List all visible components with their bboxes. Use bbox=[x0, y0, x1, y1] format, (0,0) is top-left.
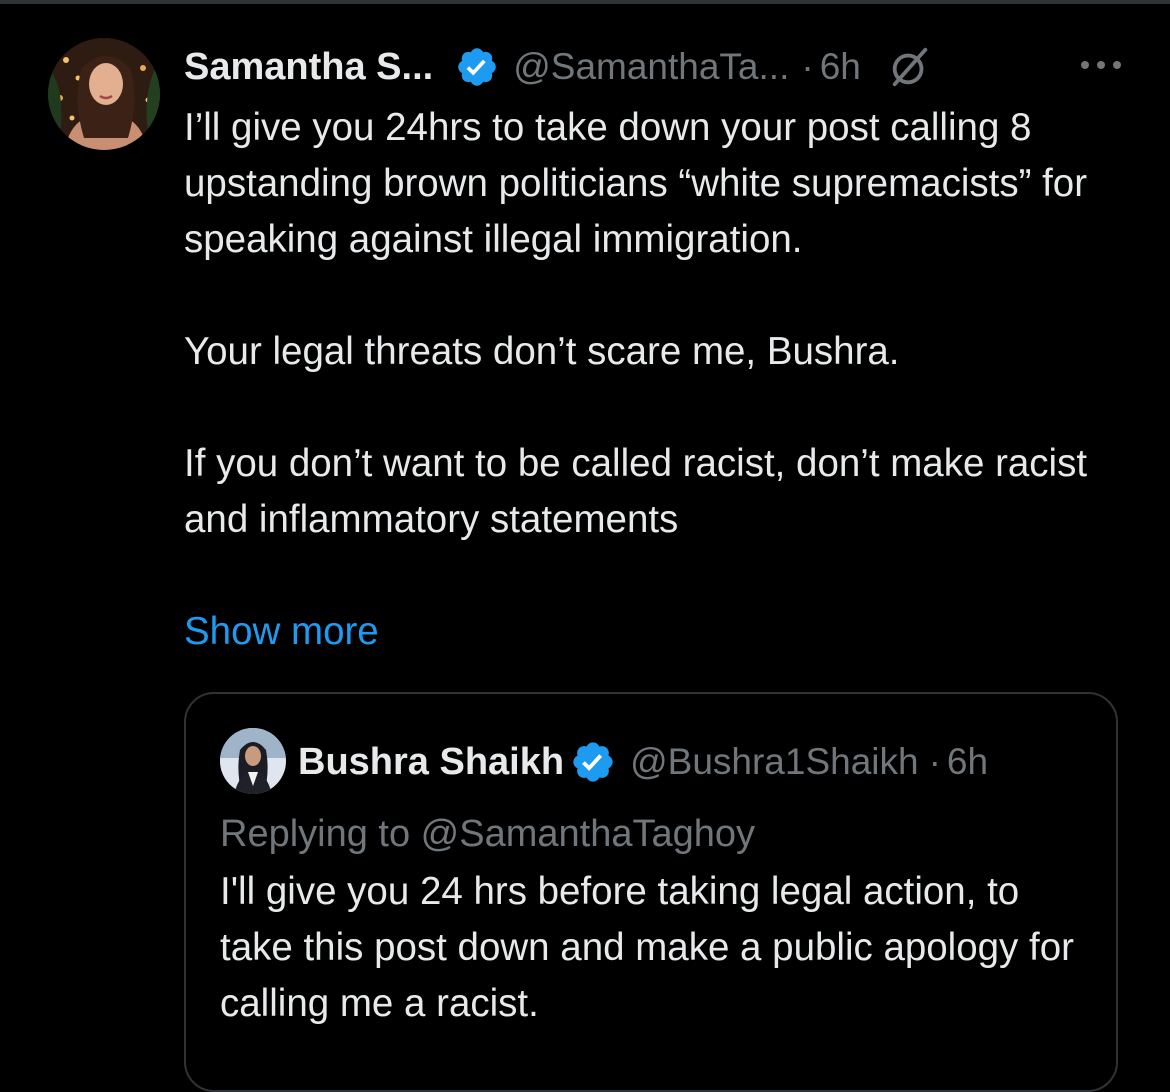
grok-icon[interactable] bbox=[887, 44, 933, 90]
quoted-header-separator: · bbox=[928, 741, 941, 782]
quoted-tweet-card[interactable]: Bushra Shaikh @Bushra1Shaikh · 6h Replyi… bbox=[184, 692, 1118, 1092]
quoted-author-name[interactable]: Bushra Shaikh bbox=[298, 741, 564, 784]
quoted-author-handle[interactable]: @Bushra1Shaikh bbox=[630, 741, 919, 783]
verified-badge-icon[interactable] bbox=[455, 45, 499, 89]
verified-badge-icon[interactable] bbox=[570, 739, 616, 785]
more-icon[interactable] bbox=[1078, 50, 1124, 80]
tweet-header: Samantha S... @SamanthaTa... · 6h bbox=[184, 40, 1124, 94]
replying-to-label: Replying to @SamanthaTaghoy bbox=[220, 813, 756, 855]
quoted-author-avatar[interactable] bbox=[220, 728, 286, 794]
tweet-paragraph: I’ll give you 24hrs to take down your po… bbox=[184, 106, 1088, 261]
tweet-timestamp[interactable]: 6h bbox=[820, 46, 861, 88]
quoted-tweet-text: I'll give you 24 hrs before taking legal… bbox=[220, 870, 1074, 1025]
quoted-tweet-header: Bushra Shaikh @Bushra1Shaikh · 6h bbox=[298, 734, 988, 790]
header-separator: · bbox=[801, 46, 814, 87]
author-avatar[interactable] bbox=[48, 38, 160, 150]
author-name[interactable]: Samantha S... bbox=[184, 46, 433, 89]
author-handle[interactable]: @SamanthaTa... bbox=[513, 46, 789, 88]
quoted-tweet-timestamp[interactable]: 6h bbox=[947, 741, 988, 783]
tweet-paragraph: Your legal threats don’t scare me, Bushr… bbox=[184, 330, 900, 373]
top-divider bbox=[0, 0, 1170, 4]
show-more-link[interactable]: Show more bbox=[184, 604, 379, 660]
tweet-text: I’ll give you 24hrs to take down your po… bbox=[184, 100, 1144, 548]
tweet-paragraph: If you don’t want to be called racist, d… bbox=[184, 442, 1088, 541]
